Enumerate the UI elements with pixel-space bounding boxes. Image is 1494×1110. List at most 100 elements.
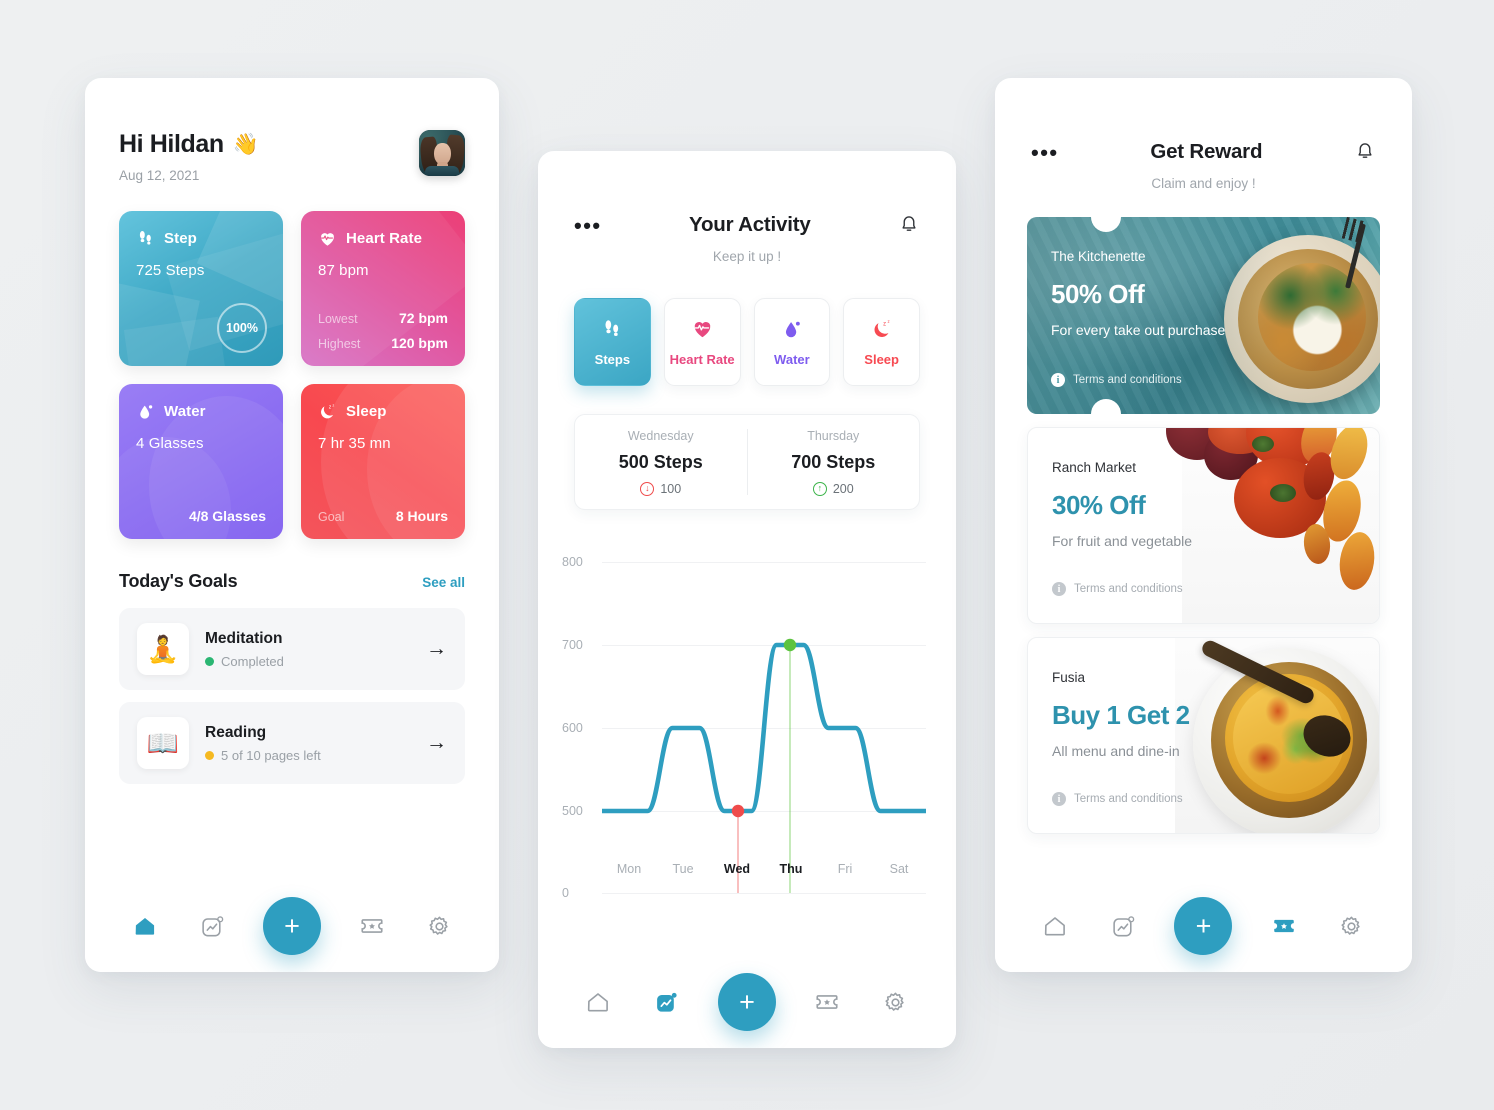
reward-terms[interactable]: i Terms and conditions <box>1051 373 1182 387</box>
stat-card-step[interactable]: Step 725 Steps 100% <box>119 211 283 366</box>
add-button[interactable]: + <box>1174 897 1233 955</box>
comparison-wednesday[interactable]: Wednesday 500 Steps ↓ 100 <box>575 415 747 509</box>
nav-item-rewards[interactable] <box>810 985 844 1019</box>
reward-card-kitchenette[interactable]: The Kitchenette 50% Off For every take o… <box>1027 217 1380 414</box>
bell-icon[interactable] <box>898 214 920 236</box>
reward-text-block: Fusia Buy 1 Get 2 All menu and dine-in <box>1052 670 1190 759</box>
goals-header: Today's Goals See all <box>85 539 499 592</box>
meditation-icon: 🧘 <box>137 623 189 675</box>
reward-card-fusia[interactable]: Fusia Buy 1 Get 2 All menu and dine-in i… <box>1027 637 1380 834</box>
x-tick-tue: Tue <box>672 862 694 876</box>
y-tick-600: 600 <box>562 721 583 735</box>
list-item[interactable]: 📖 Reading 5 of 10 pages left → <box>119 702 465 784</box>
sleep-card-title: Sleep <box>346 403 387 420</box>
chart-marker-wed[interactable] <box>731 804 745 818</box>
rewards-list: The Kitchenette 50% Off For every take o… <box>995 191 1412 834</box>
reward-brand: Ranch Market <box>1052 460 1137 475</box>
tab-heart-rate[interactable]: Heart Rate <box>663 298 741 386</box>
nav-item-activity[interactable] <box>650 985 684 1019</box>
nav-item-home[interactable] <box>128 909 162 943</box>
nav-item-activity[interactable] <box>1106 909 1140 943</box>
svg-text:z: z <box>332 403 334 407</box>
tab-sleep[interactable]: z z Sleep <box>843 298 920 386</box>
heart-pulse-icon <box>694 322 710 338</box>
stat-card-water[interactable]: Water 4 Glasses 4/8 Glasses <box>119 384 283 539</box>
metric-tabs: Steps Heart Rate Water z z Sleep <box>538 264 956 386</box>
list-item[interactable]: 🧘 Meditation Completed → <box>119 608 465 690</box>
arrow-up-icon: ↑ <box>812 481 827 496</box>
reward-brand: The Kitchenette <box>1051 249 1146 264</box>
sleep-card-footer: Goal 8 Hours <box>318 508 448 524</box>
add-button[interactable]: + <box>717 973 776 1031</box>
more-menu-icon[interactable]: ••• <box>1031 141 1059 163</box>
avatar[interactable] <box>419 130 465 176</box>
nav-item-settings[interactable] <box>422 909 456 943</box>
nav-item-home[interactable] <box>1038 909 1072 943</box>
nav-item-rewards[interactable] <box>1267 909 1301 943</box>
tab-water[interactable]: Water <box>753 298 831 386</box>
reward-brand: Fusia <box>1052 670 1086 685</box>
status-dot <box>205 750 214 760</box>
add-button[interactable]: + <box>262 897 321 955</box>
plus-icon: + <box>284 910 300 941</box>
page-title: Get Reward <box>1150 140 1263 163</box>
stat-card-sleep[interactable]: z z Sleep 7 hr 35 mn Goal 8 Hours <box>301 384 465 539</box>
stat-card-heart-rate[interactable]: Heart Rate 87 bpm Lowest 72 bpm Highest … <box>301 211 465 366</box>
screenshot-canvas: Hi Hildan 👋 Aug 12, 2021 Step 725 Steps … <box>0 0 1494 1110</box>
heart-highest-label: Highest <box>318 337 361 351</box>
reward-text-block: Ranch Market 30% Off For fruit and veget… <box>1052 460 1192 549</box>
svg-text:z: z <box>883 321 886 327</box>
rewards-screen-panel: ••• Get Reward Claim and enjoy ! The Kit… <box>995 78 1412 972</box>
current-date: Aug 12, 2021 <box>119 168 200 183</box>
goals-list: 🧘 Meditation Completed → 📖 Reading 5 of … <box>85 592 499 784</box>
gear-icon <box>429 916 448 935</box>
comparison-thursday[interactable]: Thursday 700 Steps ↑ 200 <box>748 415 920 509</box>
step-progress-ring: 100% <box>217 303 267 353</box>
reward-card-ranch-market[interactable]: Ranch Market 30% Off For fruit and veget… <box>1027 427 1380 624</box>
activity-header: ••• Your Activity <box>538 151 956 237</box>
tab-steps[interactable]: Steps <box>574 298 651 386</box>
tab-label: Water <box>774 351 810 367</box>
gear-icon <box>1341 916 1361 935</box>
comparison-delta-value: 200 <box>832 481 854 496</box>
greeting: Hi Hildan 👋 <box>119 130 259 159</box>
home-icon <box>1044 917 1066 936</box>
x-tick-sat: Sat <box>889 862 909 876</box>
heart-lowest-row: Lowest 72 bpm <box>318 310 448 326</box>
arrow-right-icon[interactable]: → <box>426 731 447 755</box>
arrow-down-icon: ↓ <box>640 481 655 496</box>
goal-status: Completed <box>205 654 410 669</box>
step-progress-value: 100% <box>226 321 258 335</box>
arrow-right-icon[interactable]: → <box>426 637 447 661</box>
y-tick-0: 0 <box>562 886 569 900</box>
heart-card-footer: Lowest 72 bpm Highest 120 bpm <box>318 310 448 351</box>
bottom-navigation: + <box>538 956 956 1048</box>
nav-item-settings[interactable] <box>879 985 913 1019</box>
water-card-head: Water <box>136 402 266 421</box>
heart-pulse-icon <box>321 233 334 246</box>
ticket-icon <box>816 995 838 1009</box>
nav-item-activity[interactable] <box>195 909 229 943</box>
reward-terms[interactable]: i Terms and conditions <box>1052 792 1183 806</box>
goal-status-text: Completed <box>221 653 284 669</box>
bell-icon[interactable] <box>1354 141 1376 163</box>
comparison-delta-value: 100 <box>660 481 682 496</box>
comparison-day-label: Thursday <box>807 428 860 443</box>
comparison-day-label: Wednesday <box>627 428 694 443</box>
nav-item-rewards[interactable] <box>355 909 389 943</box>
activity-screen-panel: ••• Your Activity Keep it up ! Steps Hea… <box>538 151 956 1048</box>
heart-card-value: 87 bpm <box>318 262 369 279</box>
nav-item-settings[interactable] <box>1335 909 1369 943</box>
activity-chart-icon <box>657 992 677 1012</box>
more-menu-icon[interactable]: ••• <box>574 214 602 236</box>
heart-card-title: Heart Rate <box>346 230 423 247</box>
sleep-card-value: 7 hr 35 mn <box>318 435 391 452</box>
rewards-header: ••• Get Reward <box>995 78 1412 164</box>
ticket-notch-top <box>1092 638 1122 653</box>
sleep-card-head: z z Sleep <box>318 402 448 421</box>
info-icon: i <box>1051 373 1065 387</box>
nav-item-home[interactable] <box>581 985 615 1019</box>
reward-terms[interactable]: i Terms and conditions <box>1052 582 1183 596</box>
chart-marker-thu[interactable] <box>783 638 797 652</box>
see-all-link[interactable]: See all <box>422 575 465 590</box>
